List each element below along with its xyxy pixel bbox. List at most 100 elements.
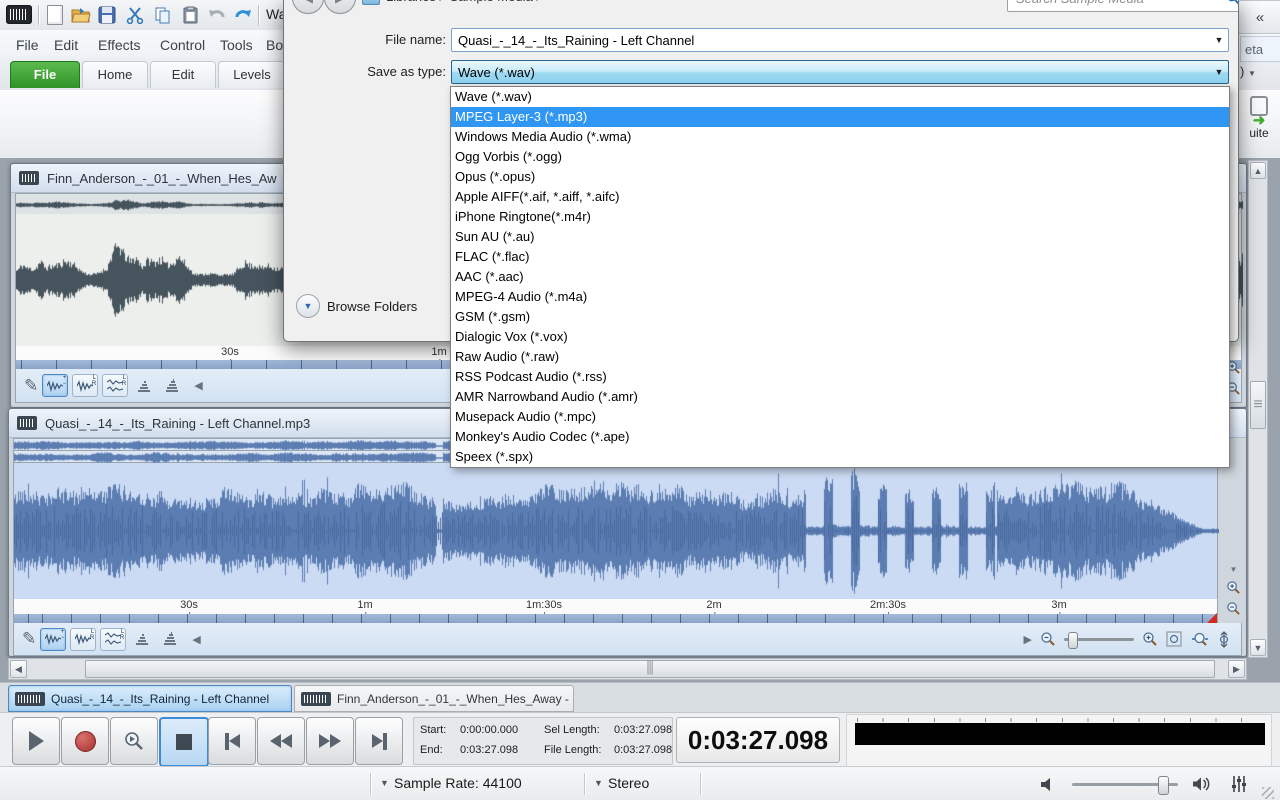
format-option[interactable]: Apple AIFF(*.aif, *.aiff, *.aifc) (451, 187, 1229, 207)
zoom-full-icon[interactable] (1191, 631, 1209, 647)
save-as-type-combobox[interactable]: Wave (*.wav) ▼ (451, 60, 1229, 84)
save-as-type-dropdown-icon[interactable]: ▼ (1210, 67, 1228, 77)
search-icon[interactable] (1226, 0, 1239, 5)
ribbon-tab-file[interactable]: File (10, 61, 80, 88)
format-option[interactable]: RSS Podcast Audio (*.rss) (451, 367, 1229, 387)
volume-max-icon[interactable] (1192, 777, 1212, 791)
tab-quasi-its-raining[interactable]: Quasi_-_14_-_Its_Raining - Left Channel (8, 685, 292, 712)
format-option[interactable]: Ogg Vorbis (*.ogg) (451, 147, 1229, 167)
view-level-2-button[interactable] (158, 629, 182, 650)
view-dual-channel-button[interactable]: LR (100, 628, 126, 651)
fast-forward-button[interactable] (306, 717, 354, 765)
format-option[interactable]: AAC (*.aac) (451, 267, 1229, 287)
ribbon-tab-edit[interactable]: Edit (150, 61, 216, 88)
address-breadcrumb[interactable]: Libraries ▸ Sample Media ▸ (362, 0, 543, 10)
open-file-button[interactable] (70, 4, 92, 26)
zoom-out-icon[interactable] (1226, 601, 1241, 616)
volume-slider-thumb[interactable] (1158, 776, 1169, 795)
zoom-in-icon[interactable] (1226, 580, 1241, 595)
format-option[interactable]: iPhone Ringtone(*.m4r) (451, 207, 1229, 227)
ribbon-tab-home[interactable]: Home (82, 61, 148, 88)
window2-waveform-area[interactable] (13, 463, 1218, 599)
scroll-right-icon[interactable]: ▶ (1024, 633, 1032, 646)
format-option[interactable]: GSM (*.gsm) (451, 307, 1229, 327)
nav-forward-button[interactable]: ▶ (324, 0, 356, 14)
window2-waveform[interactable] (14, 463, 1219, 599)
go-to-end-button[interactable] (355, 717, 403, 765)
format-option[interactable]: Musepack Audio (*.mpc) (451, 407, 1229, 427)
view-waveform-button[interactable]: +− (42, 374, 68, 397)
browse-folders-button[interactable]: ▼ Browse Folders (296, 294, 417, 318)
stop-button[interactable] (159, 717, 209, 767)
format-option[interactable]: AMR Narrowband Audio (*.amr) (451, 387, 1229, 407)
rewind-button[interactable] (257, 717, 305, 765)
copy-button[interactable] (152, 4, 174, 26)
scrub-play-button[interactable] (110, 717, 158, 765)
format-option[interactable]: Dialogic Vox (*.vox) (451, 327, 1229, 347)
resize-grip[interactable] (1262, 787, 1274, 799)
window2-time-ruler[interactable]: 30s1m1m:30s2m2m:30s3m (13, 599, 1218, 624)
edit-pencil-icon[interactable]: ✎ (22, 629, 36, 649)
ribbon-tab-levels[interactable]: Levels (218, 61, 286, 88)
paste-button[interactable] (180, 4, 202, 26)
workspace-vertical-scrollbar[interactable]: ▲ ≡ ▼ (1248, 160, 1268, 658)
view-level-1-button[interactable] (130, 629, 154, 650)
file-name-input[interactable]: Quasi_-_14_-_Its_Raining - Left Channel … (451, 28, 1229, 52)
vertical-scroll-thumb[interactable]: ≡ (1250, 381, 1266, 429)
view-waveform-button[interactable]: +− (40, 628, 66, 651)
format-option[interactable]: Sun AU (*.au) (451, 227, 1229, 247)
zoom-out-icon[interactable] (1040, 631, 1056, 647)
menu-edit[interactable]: Edit (50, 35, 82, 55)
format-option[interactable]: Speex (*.spx) (451, 447, 1229, 467)
menu-file[interactable]: File (12, 35, 43, 55)
suite-button-fragment[interactable]: ➜ uite (1238, 92, 1280, 154)
tab-finn-anderson[interactable]: Finn_Anderson_-_01_-_When_Hes_Away - Ri (294, 685, 574, 712)
search-box[interactable]: Search Sample Media (1007, 0, 1239, 12)
go-to-start-button[interactable] (208, 717, 256, 765)
horizontal-scroll-thumb[interactable]: ⫼ (85, 660, 1215, 678)
scroll-down-icon[interactable]: ▼ (1230, 565, 1238, 574)
nav-back-button[interactable]: ◀ (292, 0, 324, 14)
zoom-in-icon[interactable] (1142, 631, 1158, 647)
edit-pencil-icon[interactable]: ✎ (24, 376, 38, 396)
workspace-horizontal-scrollbar[interactable]: ◀ ⫼ ▶ (8, 658, 1247, 680)
zoom-slider[interactable] (1064, 638, 1134, 641)
view-left-right-button[interactable]: LR (72, 374, 98, 397)
channels-dropdown-icon[interactable]: ▼ (594, 778, 603, 788)
cut-button[interactable] (124, 4, 146, 26)
view-level-1-button[interactable] (132, 375, 156, 396)
format-option[interactable]: Raw Audio (*.raw) (451, 347, 1229, 367)
scroll-up-button[interactable]: ▲ (1250, 162, 1266, 179)
undo-button[interactable] (206, 4, 228, 26)
zoom-slider-thumb[interactable] (1068, 632, 1078, 649)
scroll-right-button[interactable]: ▶ (1228, 660, 1245, 678)
sample-rate-value[interactable]: Sample Rate: 44100 (394, 775, 522, 791)
menu-control[interactable]: Control (156, 35, 209, 55)
redo-button[interactable] (232, 4, 254, 26)
sample-rate-dropdown-icon[interactable]: ▼ (380, 778, 389, 788)
scroll-left-icon[interactable]: ◀ (192, 633, 200, 646)
record-button[interactable] (61, 717, 109, 765)
format-option[interactable]: FLAC (*.flac) (451, 247, 1229, 267)
zoom-vertical-icon[interactable] (1217, 631, 1231, 648)
zoom-selection-icon[interactable] (1166, 631, 1183, 648)
menu-effects[interactable]: Effects (94, 35, 145, 55)
format-option[interactable]: Windows Media Audio (*.wma) (451, 127, 1229, 147)
collapse-ribbon-button[interactable]: « (1238, 0, 1280, 34)
view-left-right-button[interactable]: LR (70, 628, 96, 651)
format-option[interactable]: MPEG-4 Audio (*.m4a) (451, 287, 1229, 307)
play-button[interactable] (12, 717, 60, 765)
mixer-icon[interactable] (1230, 775, 1248, 793)
view-level-2-button[interactable] (160, 375, 184, 396)
scroll-left-icon[interactable]: ◀ (194, 379, 202, 392)
save-button[interactable] (96, 4, 118, 26)
new-file-button[interactable] (44, 4, 66, 26)
format-option[interactable]: MPEG Layer-3 (*.mp3) (451, 107, 1229, 127)
channels-value[interactable]: Stereo (608, 775, 649, 791)
scroll-left-button[interactable]: ◀ (10, 660, 27, 678)
format-option[interactable]: Monkey's Audio Codec (*.ape) (451, 427, 1229, 447)
volume-min-icon[interactable] (1040, 778, 1054, 791)
scroll-down-button[interactable]: ▼ (1250, 639, 1266, 656)
menu-tools[interactable]: Tools (216, 35, 257, 55)
view-dual-channel-button[interactable]: LR (102, 374, 128, 397)
